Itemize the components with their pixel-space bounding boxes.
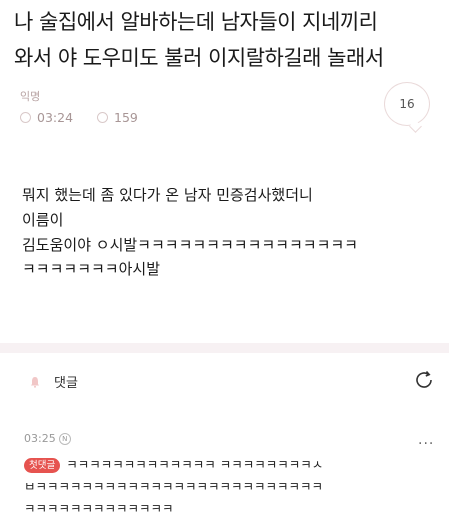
comment-line-3: ㅋㅋㅋㅋㅋㅋㅋㅋㅋㅋㅋㅋㅋ [24, 501, 174, 516]
post-title-line-2: 와서 야 도우미도 불러 이지랄하길래 놀래서 [14, 46, 384, 70]
comment-line-2: ㅂㅋㅋㅋㅋㅋㅋㅋㅋㅋㅋㅋㅋㅋㅋㅋㅋㅋㅋㅋㅋㅋㅋㅋㅋㅋ [24, 479, 324, 494]
comment-count: 16 [399, 97, 415, 111]
comment-time: 03:25 N [24, 432, 71, 445]
view-count: 159 [114, 110, 138, 125]
post-body-line: 이름이 [22, 210, 64, 229]
new-mark-icon: N [58, 432, 71, 445]
bell-icon [31, 376, 39, 388]
post-body: 뭐지 했는데 좀 있다가 온 남자 민증검사했더니 이름이 김도움이야 ㅇ시발ㅋ… [22, 183, 442, 282]
refresh-icon[interactable] [412, 368, 436, 392]
post-title-line-1: 나 술집에서 알바하는데 남자들이 지네끼리 [14, 10, 378, 34]
clock-icon [20, 112, 31, 123]
section-divider [0, 343, 449, 353]
post-time: 03:24 [37, 110, 74, 125]
author-name: 익명 [20, 90, 41, 103]
post-title: 나 술집에서 알바하는데 남자들이 지네끼리 와서 야 도우미도 불러 이지랄하… [14, 4, 444, 76]
comment-line-1: 첫댓글 ㅋㅋㅋㅋㅋㅋㅋㅋㅋㅋㅋㅋㅋ ㅋㅋㅋㅋㅋㅋㅋㅋㅅ [24, 454, 444, 476]
post-body-line: ㅋㅋㅋㅋㅋㅋㅋ아시발 [22, 260, 161, 279]
comment-time-text: 03:25 [24, 432, 56, 445]
comment-text: ㅋㅋㅋㅋㅋㅋㅋㅋㅋㅋㅋㅋㅋ ㅋㅋㅋㅋㅋㅋㅋㅋㅅ [66, 457, 324, 472]
post-body-line: 뭐지 했는데 좀 있다가 온 남자 민증검사했더니 [22, 186, 313, 204]
comment-section-header: 댓글 [30, 372, 78, 391]
eye-icon [97, 112, 109, 123]
first-comment-badge: 첫댓글 [24, 458, 61, 473]
post-body-line: 김도움이야 ㅇ시발ㅋㅋㅋㅋㅋㅋㅋㅋㅋㅋㅋㅋㅋㅋㅋㅋ [22, 235, 358, 254]
comment-body: 첫댓글 ㅋㅋㅋㅋㅋㅋㅋㅋㅋㅋㅋㅋㅋ ㅋㅋㅋㅋㅋㅋㅋㅋㅅ ㅂㅋㅋㅋㅋㅋㅋㅋㅋㅋㅋㅋㅋ… [24, 454, 444, 520]
more-icon[interactable]: ··· [418, 436, 434, 452]
post-meta: 03:24 159 [20, 110, 138, 125]
comment-header-label: 댓글 [54, 376, 78, 391]
comment-count-button[interactable]: 16 [384, 82, 430, 126]
